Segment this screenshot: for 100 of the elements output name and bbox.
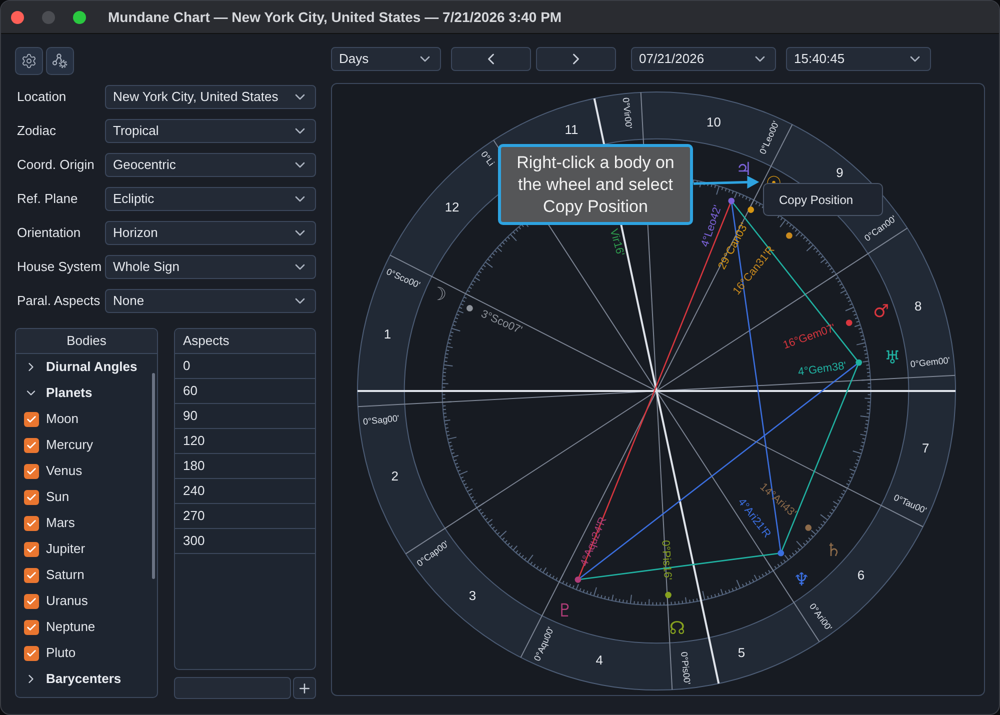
add-button[interactable] xyxy=(293,677,316,699)
plus-icon xyxy=(297,680,312,696)
setting-label: Coord. Origin xyxy=(16,156,96,174)
checkbox[interactable] xyxy=(24,568,39,582)
aspect-row[interactable]: 300 xyxy=(175,529,315,554)
step-select[interactable]: Days xyxy=(331,47,441,71)
body-item-label: Moon xyxy=(46,410,79,428)
checkbox[interactable] xyxy=(24,516,39,530)
tree-group-item[interactable]: Planets xyxy=(16,380,157,406)
time-select[interactable]: 15:40:45 xyxy=(786,47,931,71)
setting-select[interactable]: Tropical xyxy=(105,119,316,143)
close-button[interactable] xyxy=(11,10,24,24)
body-dot[interactable] xyxy=(466,305,473,312)
house-number: 9 xyxy=(836,165,844,180)
setting-label: House System xyxy=(16,258,103,276)
settings-button[interactable] xyxy=(15,47,43,75)
setting-label: Ref. Plane xyxy=(16,190,79,208)
checkbox[interactable] xyxy=(24,646,39,660)
house-number: 1 xyxy=(384,326,392,342)
body-dot[interactable] xyxy=(574,576,582,583)
setting-label: Orientation xyxy=(16,224,82,242)
house-number: 6 xyxy=(857,568,865,583)
aspect-input[interactable] xyxy=(174,677,291,699)
check-icon xyxy=(26,596,37,606)
body-dot[interactable] xyxy=(856,359,862,366)
checkbox[interactable] xyxy=(24,620,39,634)
check-icon xyxy=(26,518,37,528)
house-number: 7 xyxy=(922,440,930,456)
body-position-label: Vir16' xyxy=(607,228,626,258)
bodies-header: Bodies xyxy=(16,329,157,354)
checkbox[interactable] xyxy=(24,464,39,478)
house-number: 11 xyxy=(564,122,578,137)
setting-select[interactable]: Whole Sign xyxy=(105,255,316,279)
checkbox[interactable] xyxy=(24,438,39,452)
setting-label: Zodiac xyxy=(16,122,58,140)
setting-select[interactable]: None xyxy=(105,289,316,313)
body-item-label: Saturn xyxy=(46,566,84,584)
setting-label: Paral. Aspects xyxy=(16,292,102,310)
setting-select[interactable]: Geocentric xyxy=(105,153,316,177)
planet-symbol[interactable]: ♆ xyxy=(793,570,810,590)
house-number: 10 xyxy=(706,114,721,130)
body-dot[interactable] xyxy=(728,198,735,204)
checkbox[interactable] xyxy=(24,594,39,608)
body-item-label: Pluto xyxy=(46,644,76,662)
body-item-label: Uranus xyxy=(46,592,88,610)
body-position-label: 4°Gem38' xyxy=(797,360,848,378)
setting-select[interactable]: New York City, United States xyxy=(105,85,316,109)
zoom-button[interactable] xyxy=(73,10,86,24)
chart-settings-button[interactable] xyxy=(46,47,74,75)
window-title: Mundane Chart — New York City, United States — 7/21/2026 3:40 PM xyxy=(108,8,562,27)
sign-cusp-label: 0°Li xyxy=(479,149,496,168)
aspect-row[interactable]: 180 xyxy=(175,454,315,479)
body-item-label: Jupiter xyxy=(46,540,86,558)
aspect-row[interactable]: 90 xyxy=(175,404,315,429)
planet-symbol[interactable]: ☊ xyxy=(669,618,686,639)
check-icon xyxy=(26,492,37,502)
checkbox[interactable] xyxy=(24,490,39,504)
planet-symbol[interactable]: ☽ xyxy=(430,284,447,305)
aspects-header: Aspects xyxy=(175,329,315,354)
date-select[interactable]: 07/21/2026 xyxy=(631,47,776,71)
planet-symbol[interactable]: ♄ xyxy=(826,540,842,561)
check-icon xyxy=(26,570,37,580)
scrollbar-thumb[interactable] xyxy=(152,373,155,579)
body-item-label: Venus xyxy=(46,462,82,480)
house-number: 2 xyxy=(391,468,398,484)
aspect-row[interactable]: 270 xyxy=(175,504,315,529)
aspect-row[interactable]: 60 xyxy=(175,379,315,404)
setting-label: Location xyxy=(16,88,68,106)
check-icon xyxy=(26,414,37,424)
checkbox[interactable] xyxy=(24,542,39,556)
setting-select[interactable]: Ecliptic xyxy=(105,187,316,211)
check-icon xyxy=(26,544,37,554)
aspect-row[interactable]: 120 xyxy=(175,429,315,454)
tree-group-item[interactable]: Diurnal Angles xyxy=(16,354,157,380)
check-icon xyxy=(26,440,37,450)
planet-symbol[interactable]: ♃ xyxy=(736,158,752,180)
aspect-row[interactable]: 240 xyxy=(175,479,315,504)
body-dot[interactable] xyxy=(665,592,672,598)
planet-symbol[interactable]: ♂ xyxy=(873,300,890,322)
callout: Right-click a body on the wheel and select Copy Position xyxy=(498,144,693,225)
node-graph-gear-icon xyxy=(52,53,68,69)
body-position-label: 0°Pis16' xyxy=(659,540,674,580)
checkbox[interactable] xyxy=(24,412,39,426)
body-dot[interactable] xyxy=(778,550,784,556)
sign-cusp-label: 0°Gem00' xyxy=(910,355,950,370)
house-number: 4 xyxy=(596,652,603,668)
setting-select[interactable]: Horizon xyxy=(105,221,316,245)
body-item-label: Mars xyxy=(46,514,75,532)
tree-group-item[interactable]: Barycenters xyxy=(16,666,157,692)
house-number: 3 xyxy=(468,588,476,603)
body-item-label: Mercury xyxy=(46,436,93,454)
menu-item[interactable]: Copy Position xyxy=(779,190,867,208)
planet-symbol[interactable]: ♅ xyxy=(884,347,900,368)
body-dot[interactable] xyxy=(786,232,792,239)
settings-icon xyxy=(21,53,37,69)
body-dot[interactable] xyxy=(846,320,852,326)
aspect-row[interactable]: 0 xyxy=(175,354,315,379)
body-dot[interactable] xyxy=(748,206,754,213)
body-dot[interactable] xyxy=(805,524,812,531)
body-item-label: Sun xyxy=(46,488,70,506)
